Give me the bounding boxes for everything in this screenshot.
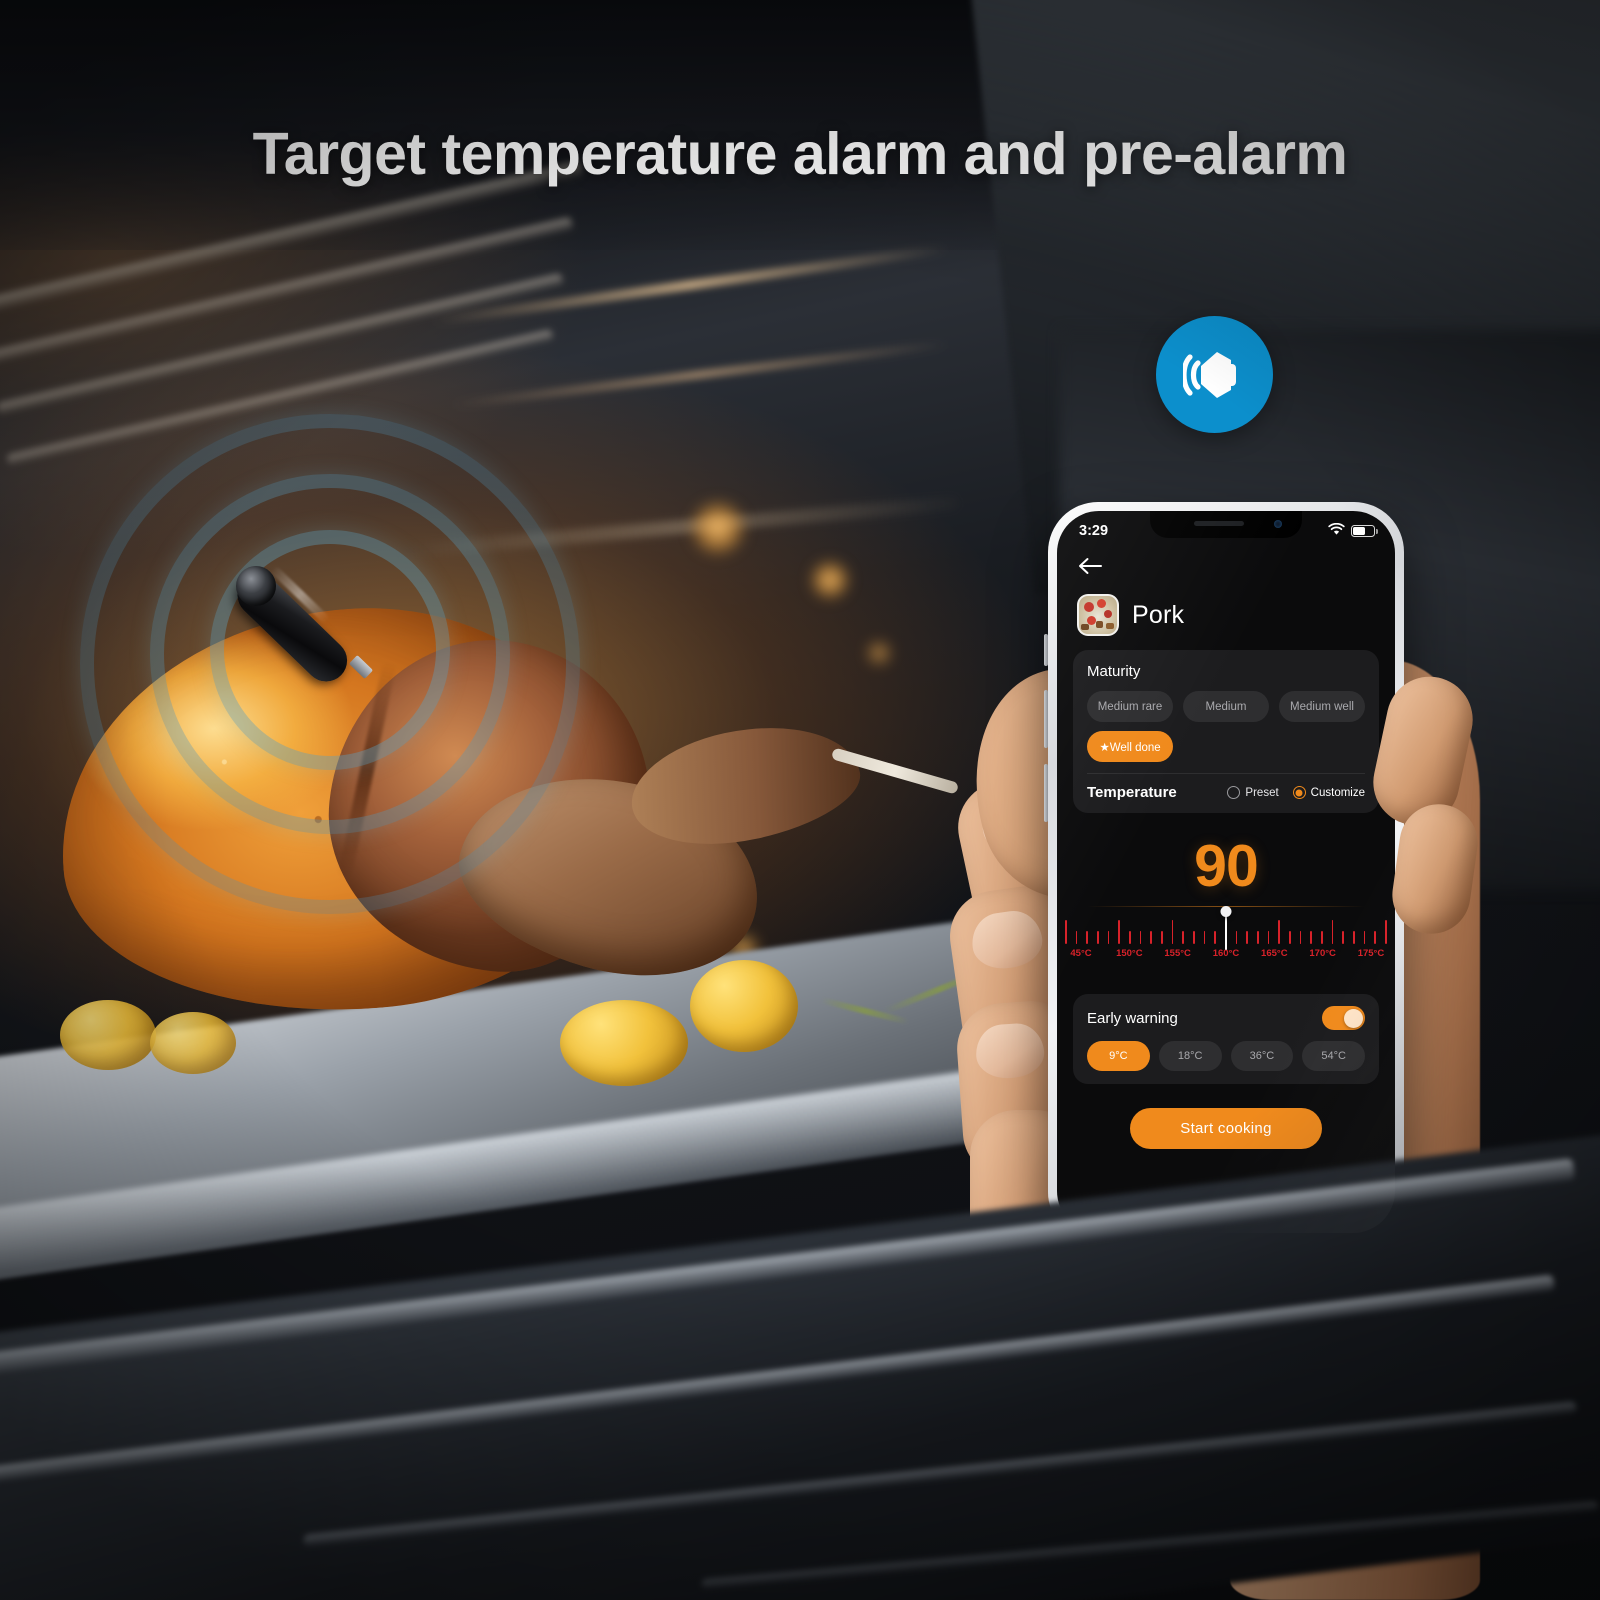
slider-knob-line <box>1225 914 1227 950</box>
ruler-minor-tick <box>1257 931 1259 944</box>
speaker-sound-icon <box>1156 316 1273 433</box>
roast-vegetable <box>150 1012 236 1074</box>
ruler-minor-tick <box>1129 931 1131 944</box>
ruler-minor-tick <box>1299 931 1302 944</box>
ruler-minor-tick <box>1353 931 1355 944</box>
maturity-option-medium-well[interactable]: Medium well <box>1279 691 1365 722</box>
food-thumbnail-icon <box>1077 594 1119 636</box>
ruler-minor-tick <box>1246 931 1249 944</box>
radio-unselected-icon <box>1227 786 1241 799</box>
temperature-mode-row: Temperature Preset Customize <box>1087 774 1365 801</box>
smartphone-device: 3:29 Pork Maturity Medium rare Medium Me… <box>1044 502 1408 1242</box>
maturity-card: Maturity Medium rare Medium Medium well … <box>1073 650 1379 813</box>
ruler-label: 175°C <box>1357 948 1385 959</box>
early-warning-toggle[interactable] <box>1322 1006 1365 1030</box>
temperature-mode-preset[interactable]: Preset <box>1227 786 1279 799</box>
navigation-bar <box>1057 545 1395 584</box>
ruler-major-tick <box>1171 920 1174 944</box>
ruler-major-tick <box>1118 920 1120 944</box>
ruler-minor-tick <box>1193 931 1195 944</box>
promo-scene: Target temperature alarm and pre-alarm 3… <box>0 0 1600 1600</box>
phone-screen: 3:29 Pork Maturity Medium rare Medium Me… <box>1057 511 1395 1233</box>
phone-volume-up-button[interactable] <box>1044 690 1048 748</box>
ruler-label: 170°C <box>1309 948 1336 959</box>
status-bar: 3:29 <box>1057 511 1395 545</box>
early-warning-option-9c[interactable]: 9°C <box>1087 1041 1150 1071</box>
ruler-major-tick <box>1331 920 1334 944</box>
battery-icon <box>1351 525 1378 537</box>
ruler-minor-tick <box>1214 931 1216 944</box>
light-bokeh <box>690 500 746 556</box>
early-warning-option-18c[interactable]: 18°C <box>1158 1041 1222 1071</box>
temperature-mode-preset-label: Preset <box>1245 786 1279 799</box>
ruler-minor-tick <box>1182 931 1184 944</box>
ruler-major-tick <box>1065 920 1067 944</box>
early-warning-options: 9°C 18°C 36°C 54°C <box>1087 1041 1365 1071</box>
maturity-option-well-done[interactable]: ★Well done <box>1087 731 1174 762</box>
roast-vegetable <box>560 1000 688 1086</box>
early-warning-option-54c[interactable]: 54°C <box>1302 1041 1365 1071</box>
temperature-mode-customize[interactable]: Customize <box>1292 786 1365 799</box>
status-bar-time: 3:29 <box>1079 523 1109 539</box>
ruler-label: 155°C <box>1164 948 1191 959</box>
maturity-options-row-1: Medium rare Medium Medium well <box>1087 691 1365 722</box>
temperature-label: Temperature <box>1087 784 1177 801</box>
roast-vegetable <box>690 960 798 1052</box>
ruler-minor-tick <box>1075 931 1078 944</box>
slider-knob[interactable] <box>1220 906 1232 917</box>
ruler-minor-tick <box>1139 931 1142 944</box>
ruler-minor-tick <box>1086 931 1088 944</box>
ruler-major-tick <box>1385 920 1387 944</box>
toggle-knob-icon <box>1343 1008 1363 1028</box>
radio-selected-icon <box>1292 786 1306 799</box>
temperature-slider[interactable]: 45°C 150°C 155°C 160°C 165°C 170°C 175°C <box>1057 906 1395 980</box>
ruler-minor-tick <box>1321 931 1323 944</box>
ruler-minor-tick <box>1235 931 1238 944</box>
ruler-minor-tick <box>1342 931 1345 944</box>
back-arrow-icon[interactable] <box>1077 558 1103 581</box>
wireless-meat-probe <box>228 560 392 691</box>
maturity-label: Maturity <box>1087 663 1141 680</box>
temperature-value: 90 <box>1194 833 1259 899</box>
ruler-minor-tick <box>1107 931 1110 944</box>
ruler-label: 150°C <box>1116 948 1143 959</box>
food-header: Pork <box>1057 584 1395 650</box>
roast-vegetable <box>60 1000 156 1070</box>
ruler-minor-tick <box>1289 931 1291 944</box>
ruler-minor-tick <box>1161 931 1163 944</box>
wifi-icon <box>1328 522 1345 540</box>
ruler-label: 165°C <box>1261 948 1288 959</box>
ruler-minor-tick <box>1267 931 1270 944</box>
page-title: Target temperature alarm and pre-alarm <box>252 121 1348 187</box>
maturity-option-medium-rare[interactable]: Medium rare <box>1087 691 1173 722</box>
ruler-minor-tick <box>1374 931 1377 944</box>
start-cooking-button[interactable]: Start cooking <box>1130 1108 1322 1149</box>
maturity-option-medium[interactable]: Medium <box>1183 691 1269 722</box>
ruler-minor-tick <box>1203 931 1206 944</box>
early-warning-option-36c[interactable]: 36°C <box>1230 1041 1294 1071</box>
ruler-label: 45°C <box>1070 948 1092 959</box>
light-bokeh <box>810 560 850 600</box>
maturity-options-row-2: ★Well done <box>1087 731 1365 762</box>
ruler-minor-tick <box>1097 931 1099 944</box>
cta-container: Start cooking <box>1057 1108 1395 1149</box>
temperature-mode-customize-label: Customize <box>1310 786 1365 799</box>
early-warning-card: Early warning 9°C 18°C 36°C 54°C <box>1073 994 1379 1084</box>
phone-mute-switch[interactable] <box>1044 634 1048 666</box>
food-name: Pork <box>1132 600 1185 629</box>
phone-volume-down-button[interactable] <box>1044 764 1048 822</box>
ruler-minor-tick <box>1310 931 1313 944</box>
ruler-minor-tick <box>1150 931 1152 944</box>
early-warning-label: Early warning <box>1087 1009 1178 1027</box>
ruler-major-tick <box>1278 920 1281 944</box>
ruler-minor-tick <box>1363 931 1366 944</box>
